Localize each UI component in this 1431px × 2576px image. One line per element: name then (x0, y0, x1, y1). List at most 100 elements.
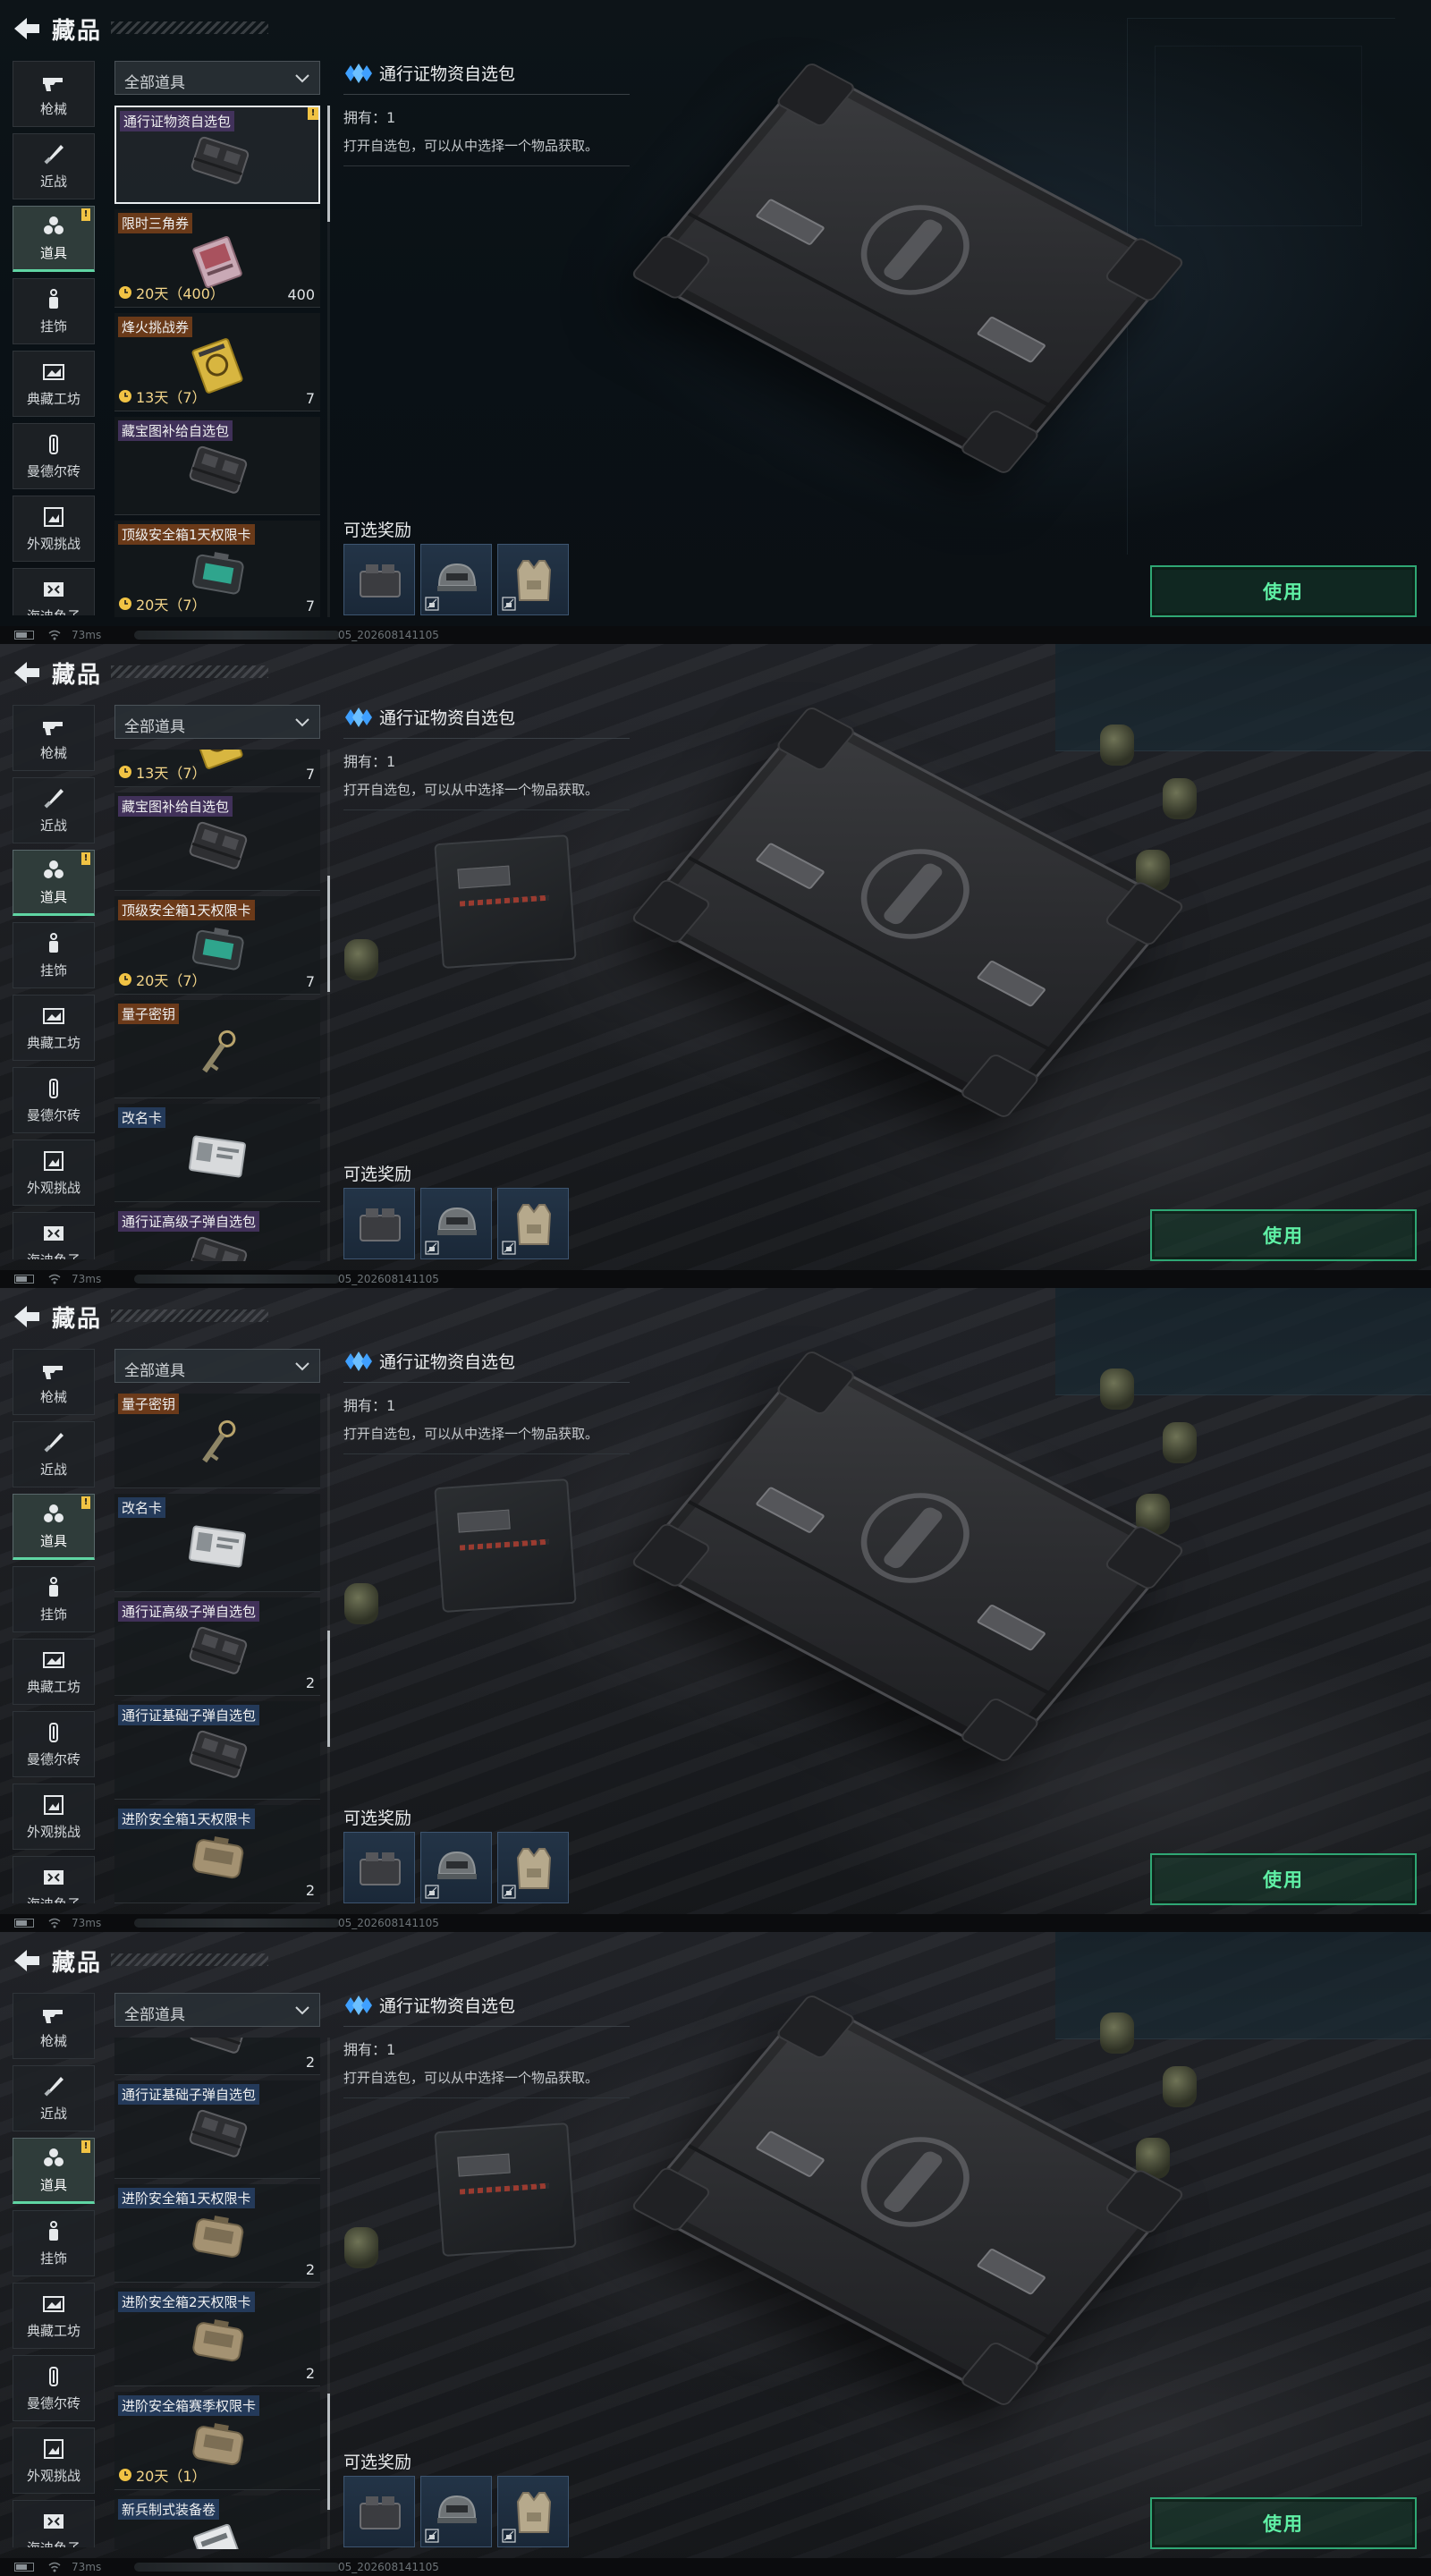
category-tab[interactable]: 典藏工坊 (13, 1639, 95, 1705)
crate-emblem-icon (839, 2120, 991, 2244)
scrollbar-thumb[interactable] (327, 2393, 330, 2510)
category-tab[interactable]: 外观挑战 (13, 2428, 95, 2494)
item-list[interactable]: 通行证物资自选包!限时三角券20天（400）400烽火挑战券13天（7）7藏宝图… (114, 2038, 320, 2549)
reward-slot[interactable] (420, 544, 492, 615)
category-tab[interactable]: 近战 (13, 777, 95, 843)
reward-slot[interactable] (497, 1832, 569, 1903)
item-list-scrollbar[interactable] (327, 2038, 330, 2549)
category-tab[interactable]: 海迪鱼子 (13, 1212, 95, 1259)
scrollbar-thumb[interactable] (327, 1631, 330, 1748)
item-card[interactable]: 量子密钥 (114, 1000, 320, 1099)
back-button[interactable] (13, 16, 41, 41)
item-filter-dropdown[interactable]: 全部道具 (114, 705, 320, 739)
reward-slot[interactable] (497, 544, 569, 615)
category-tab[interactable]: 典藏工坊 (13, 2283, 95, 2349)
category-tab[interactable]: 近战 (13, 2065, 95, 2131)
item-card[interactable]: 新兵制式装备卷 (114, 2496, 320, 2549)
item-card[interactable]: 改名卡 (114, 1104, 320, 1203)
item-card[interactable]: 藏宝图补给自选包 (114, 792, 320, 892)
scrollbar-thumb[interactable] (327, 876, 330, 993)
item-list[interactable]: 通行证物资自选包!限时三角券20天（400）400烽火挑战券13天（7）7藏宝图… (114, 750, 320, 1261)
reward-slot[interactable] (343, 1188, 415, 1259)
category-tab[interactable]: 挂饰 (13, 922, 95, 988)
item-filter-dropdown[interactable]: 全部道具 (114, 61, 320, 95)
item-card[interactable]: 量子密钥 (114, 1394, 320, 1488)
reward-slot[interactable] (497, 1188, 569, 1259)
item-card[interactable]: 顶级安全箱1天权限卡 20天（7） 7 (114, 521, 320, 617)
category-tab[interactable]: 海迪鱼子 (13, 568, 95, 615)
category-tab[interactable]: 典藏工坊 (13, 351, 95, 417)
category-tab[interactable]: 道具! (13, 2138, 95, 2204)
item-card[interactable]: 通行证高级子弹自选包2 (114, 1597, 320, 1696)
reward-slot[interactable] (420, 2476, 492, 2547)
reward-slot[interactable] (497, 2476, 569, 2547)
category-tab[interactable]: 外观挑战 (13, 1784, 95, 1850)
category-sidebar: 枪械近战道具! 挂饰典藏工坊曼德尔砖外观挑战海迪鱼子 (13, 1993, 95, 2547)
item-card[interactable]: 顶级安全箱1天权限卡 20天（7） 7 (114, 896, 320, 996)
use-button[interactable]: 使用 (1150, 1209, 1417, 1261)
category-tab[interactable]: 枪械 (13, 61, 95, 127)
category-tab[interactable]: 外观挑战 (13, 1140, 95, 1206)
category-tab[interactable]: 枪械 (13, 705, 95, 771)
item-card[interactable]: 通行证高级子弹自选包2 (114, 2038, 320, 2076)
reward-slot[interactable] (343, 2476, 415, 2547)
item-list-scrollbar[interactable] (327, 106, 330, 617)
category-tab[interactable]: 枪械 (13, 1349, 95, 1415)
item-list-scrollbar[interactable] (327, 1394, 330, 1905)
use-button[interactable]: 使用 (1150, 565, 1417, 617)
category-tab[interactable]: 海迪鱼子 (13, 1856, 95, 1903)
category-tab[interactable]: 挂饰 (13, 278, 95, 344)
category-tab[interactable]: 道具! (13, 1494, 95, 1560)
item-card[interactable]: 通行证物资自选包! (114, 106, 320, 204)
item-card[interactable]: 改名卡 (114, 1494, 320, 1592)
item-filter-dropdown[interactable]: 全部道具 (114, 1993, 320, 2027)
item-card[interactable]: 通行证高级子弹自选包2 (114, 1208, 320, 1261)
category-tab[interactable]: 外观挑战 (13, 496, 95, 562)
category-tab[interactable]: 道具! (13, 206, 95, 272)
reward-slot[interactable] (343, 1832, 415, 1903)
category-tab[interactable]: 道具! (13, 850, 95, 916)
category-tab[interactable]: 曼德尔砖 (13, 1711, 95, 1777)
category-tab[interactable]: 近战 (13, 1421, 95, 1487)
back-button[interactable] (13, 1948, 41, 1973)
category-tab[interactable]: 枪械 (13, 1993, 95, 2059)
scrollbar-thumb[interactable] (327, 106, 330, 222)
item-card[interactable]: 通行证基础子弹自选包 (114, 1701, 320, 1800)
crate-emblem-icon (839, 832, 991, 956)
item-list[interactable]: 通行证物资自选包!限时三角券20天（400）400烽火挑战券13天（7）7藏宝图… (114, 1394, 320, 1905)
back-button[interactable] (13, 660, 41, 685)
item-card[interactable]: 进阶安全箱1天权限卡 2 (114, 1805, 320, 1903)
item-card[interactable]: 藏宝图补给自选包 (114, 417, 320, 515)
reward-slot[interactable] (420, 1188, 492, 1259)
back-button[interactable] (13, 1304, 41, 1329)
background-grenade (344, 1583, 378, 1624)
knife-icon (40, 787, 67, 810)
category-tab[interactable]: 曼德尔砖 (13, 2355, 95, 2421)
category-tab[interactable]: 挂饰 (13, 2210, 95, 2276)
item-card[interactable]: 进阶安全箱2天权限卡 2 (114, 2288, 320, 2387)
chevron-down-icon (295, 718, 309, 727)
crate-latch (755, 2130, 826, 2178)
owned-count: 拥有：1 (343, 2041, 396, 2058)
charm-icon (40, 2220, 67, 2243)
category-tab[interactable]: 近战 (13, 133, 95, 199)
category-tab[interactable]: 典藏工坊 (13, 995, 95, 1061)
item-list[interactable]: 通行证物资自选包!限时三角券20天（400）400烽火挑战券13天（7）7藏宝图… (114, 106, 320, 617)
category-tab[interactable]: 海迪鱼子 (13, 2500, 95, 2547)
crate-emblem-icon (839, 188, 991, 312)
reward-slot[interactable] (420, 1832, 492, 1903)
item-card[interactable]: 进阶安全箱赛季权限卡 20天（1） (114, 2392, 320, 2491)
category-tab[interactable]: 曼德尔砖 (13, 1067, 95, 1133)
category-tab[interactable]: 挂饰 (13, 1566, 95, 1632)
category-tab[interactable]: 曼德尔砖 (13, 423, 95, 489)
item-card[interactable]: 限时三角券 20天（400） 400 (114, 209, 320, 308)
item-card[interactable]: 进阶安全箱1天权限卡 2 (114, 2184, 320, 2284)
use-button[interactable]: 使用 (1150, 2497, 1417, 2549)
item-card[interactable]: 烽火挑战券13天（7）7 (114, 750, 320, 788)
item-card[interactable]: 通行证基础子弹自选包 (114, 2080, 320, 2180)
item-list-scrollbar[interactable] (327, 750, 330, 1261)
item-filter-dropdown[interactable]: 全部道具 (114, 1349, 320, 1383)
use-button[interactable]: 使用 (1150, 1853, 1417, 1905)
reward-slot[interactable] (343, 544, 415, 615)
item-card[interactable]: 烽火挑战券13天（7）7 (114, 313, 320, 411)
